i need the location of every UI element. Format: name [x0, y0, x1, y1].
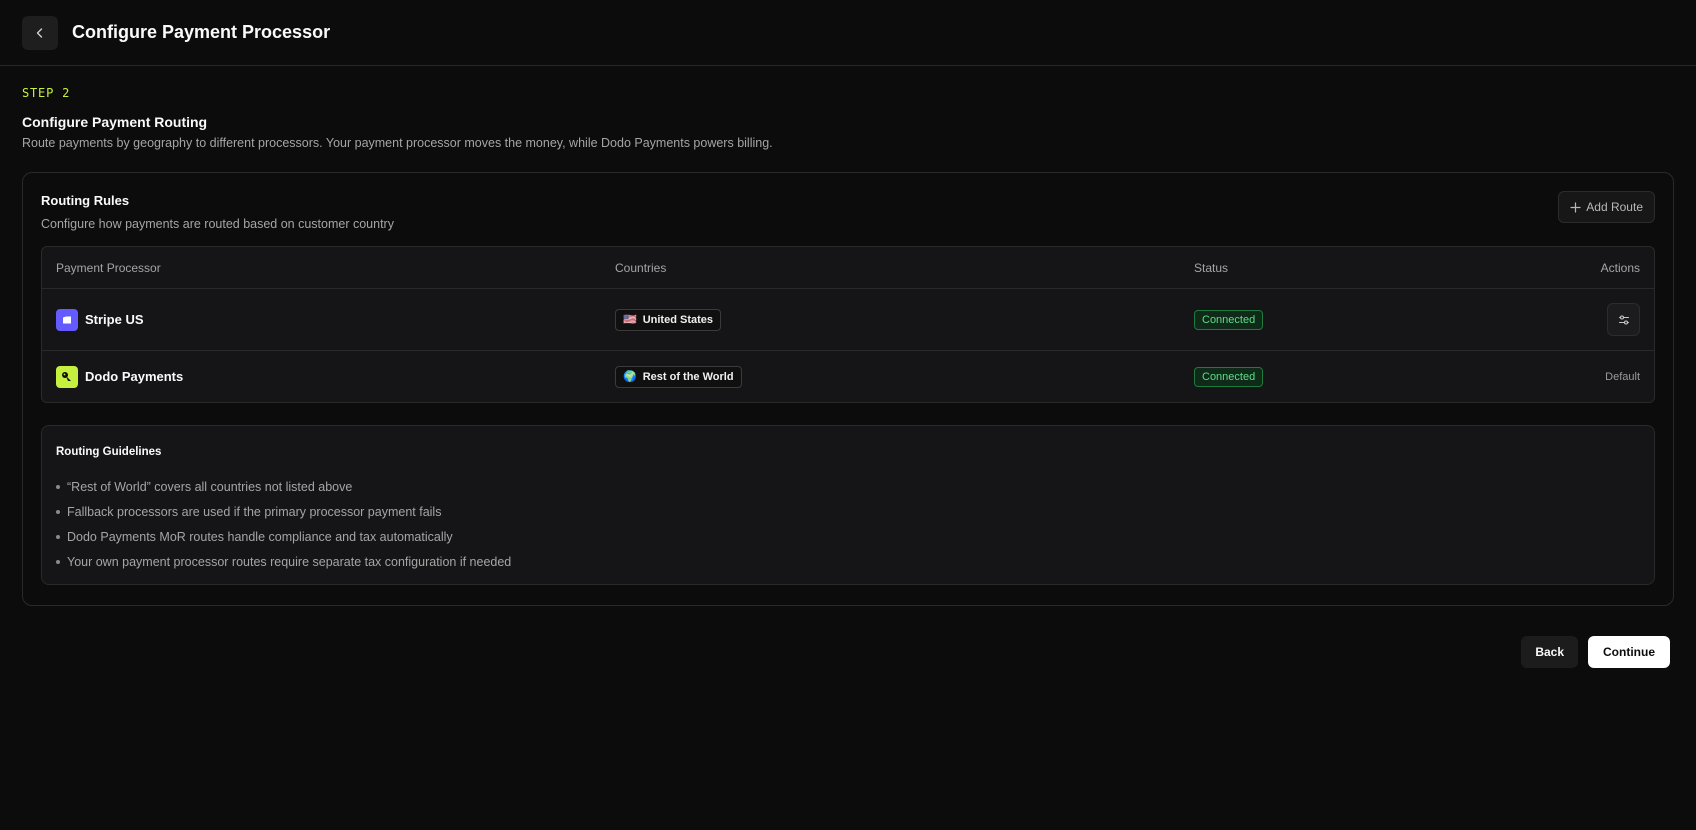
status-cell: Connected — [1194, 366, 1480, 387]
folder-icon — [63, 316, 71, 323]
dodo-bird-icon — [62, 371, 71, 381]
page-title: Configure Payment Processor — [72, 22, 331, 42]
continue-button[interactable]: Continue — [1588, 636, 1670, 668]
table-header-row: Payment Processor Countries Status Actio… — [42, 247, 1654, 289]
status-cell: Connected — [1194, 309, 1480, 330]
column-header-status: Status — [1194, 260, 1229, 275]
list-item: Your own payment processor routes requir… — [56, 549, 1640, 574]
column-header-processor: Payment Processor — [56, 260, 161, 275]
us-flag-icon: 🇺🇸 — [623, 314, 637, 326]
routing-guidelines: Routing Guidelines “Rest of World” cover… — [41, 425, 1655, 585]
list-item: Dodo Payments MoR routes handle complian… — [56, 524, 1640, 549]
processor-cell: Stripe US — [56, 308, 615, 331]
plus-icon — [1570, 201, 1581, 213]
settings-icon — [1618, 314, 1629, 325]
routing-table: Payment Processor Countries Status Actio… — [41, 246, 1655, 403]
route-settings-button[interactable] — [1607, 303, 1640, 336]
section-title: Configure Payment Routing — [22, 114, 208, 130]
main-content: STEP 2 Configure Payment Routing Route p… — [0, 66, 1696, 606]
list-item: “Rest of World” covers all countries not… — [56, 474, 1640, 499]
step-label: STEP 2 — [22, 86, 71, 100]
actions-cell — [1480, 303, 1640, 336]
country-name: Rest of the World — [642, 370, 734, 383]
column-header-actions: Actions — [1600, 260, 1640, 275]
routing-rules-card: Routing Rules Configure how payments are… — [22, 172, 1674, 606]
top-bar: Configure Payment Processor — [0, 0, 1696, 66]
processor-cell: Dodo Payments — [56, 365, 615, 388]
status-badge: Connected — [1194, 309, 1264, 330]
country-name: United States — [642, 313, 713, 326]
guidelines-list: “Rest of World” covers all countries not… — [56, 474, 1640, 574]
column-header-countries: Countries — [615, 260, 667, 275]
stripe-logo-icon — [56, 308, 78, 331]
chevron-left-icon — [36, 27, 43, 38]
countries-cell: 🌍 Rest of the World — [615, 365, 1194, 388]
default-label: Default — [1605, 370, 1640, 383]
country-pill: 🇺🇸 United States — [615, 308, 721, 331]
footer-actions: Back Continue — [1521, 636, 1670, 668]
back-button[interactable]: Back — [1521, 636, 1578, 668]
countries-cell: 🇺🇸 United States — [615, 308, 1194, 331]
processor-name: Stripe US — [85, 312, 144, 327]
table-row: Stripe US 🇺🇸 United States Connected — [42, 289, 1654, 351]
add-route-button[interactable]: Add Route — [1558, 191, 1655, 223]
globe-icon: 🌍 — [623, 371, 637, 383]
actions-cell: Default — [1480, 371, 1640, 383]
processor-name: Dodo Payments — [85, 369, 184, 384]
back-nav-button[interactable] — [22, 15, 58, 50]
card-title: Routing Rules — [41, 193, 130, 208]
card-header: Routing Rules Configure how payments are… — [41, 191, 1655, 231]
guidelines-title: Routing Guidelines — [56, 446, 162, 458]
card-description: Configure how payments are routed based … — [41, 217, 394, 231]
dodo-logo-icon — [56, 365, 78, 388]
country-pill: 🌍 Rest of the World — [615, 365, 742, 388]
list-item: Fallback processors are used if the prim… — [56, 499, 1640, 524]
section-description: Route payments by geography to different… — [22, 136, 773, 150]
table-row: Dodo Payments 🌍 Rest of the World Connec… — [42, 351, 1654, 402]
add-route-label: Add Route — [1586, 200, 1643, 214]
status-badge: Connected — [1194, 366, 1264, 387]
